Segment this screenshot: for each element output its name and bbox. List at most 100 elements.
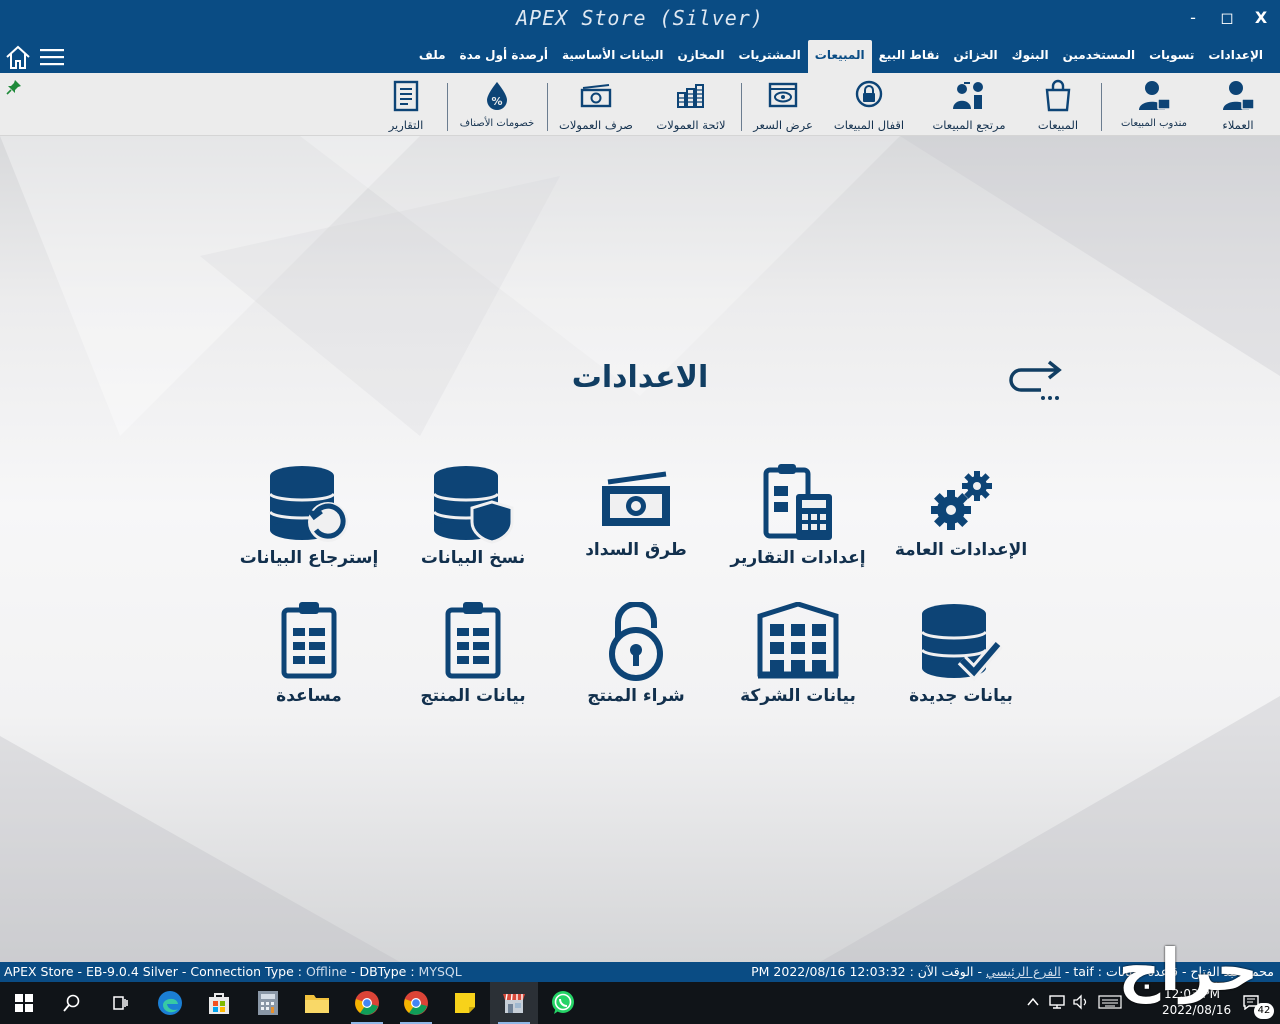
company-data-tile[interactable]: بيانات الشركة bbox=[713, 602, 883, 722]
windows-logo-icon bbox=[15, 994, 33, 1012]
database-shield-icon bbox=[432, 466, 514, 544]
commission-payout-button[interactable]: صرف العمولات bbox=[555, 79, 637, 135]
item-discounts-label: خصومات الأصناف bbox=[459, 118, 535, 129]
task-view-button[interactable] bbox=[96, 982, 144, 1024]
coin-stacks-icon bbox=[677, 84, 704, 108]
calculator-app[interactable] bbox=[244, 982, 292, 1024]
menu-item-5[interactable]: المبيعات bbox=[807, 40, 872, 73]
help-tile[interactable]: مساعدة bbox=[224, 602, 394, 722]
toolbar-separator bbox=[447, 83, 448, 131]
back-arrow-icon[interactable] bbox=[1005, 354, 1065, 402]
page-title: الاعدادات bbox=[571, 360, 709, 395]
folder-icon bbox=[305, 995, 329, 1013]
notification-count-badge: 42 bbox=[1254, 1003, 1274, 1019]
sales-button[interactable]: المبيعات bbox=[1030, 79, 1086, 135]
report-settings-tile[interactable]: إعدادات التقارير bbox=[713, 464, 883, 584]
menu-item-4[interactable]: المشتريات bbox=[731, 40, 807, 73]
backup-data-tile[interactable]: نسخ البيانات bbox=[388, 464, 558, 584]
menu-bar: ملف أرصدة أول مدة البيانات الأساسية المخازن… bbox=[0, 40, 1280, 73]
store-icon bbox=[209, 993, 229, 1014]
start-button[interactable] bbox=[0, 982, 48, 1024]
report-document-icon bbox=[393, 80, 419, 112]
chevron-up-icon[interactable] bbox=[1026, 996, 1040, 1008]
pin-icon[interactable] bbox=[6, 79, 22, 95]
chrome-icon bbox=[404, 991, 428, 1015]
app-version: APEX Store - EB-9.0.4 Silver bbox=[4, 964, 178, 979]
menu-item-1[interactable]: أرصدة أول مدة bbox=[453, 40, 555, 73]
minimize-button[interactable]: - bbox=[1178, 8, 1208, 27]
store-app[interactable] bbox=[195, 982, 243, 1024]
volume-icon[interactable] bbox=[1072, 994, 1090, 1010]
new-data-tile[interactable]: بيانات جديدة bbox=[876, 602, 1046, 722]
money-icon bbox=[580, 84, 612, 108]
sales-rep-button[interactable]: مندوب المبيعات bbox=[1114, 79, 1194, 135]
toolbar-separator bbox=[741, 83, 742, 131]
status-left: APEX Store - EB-9.0.4 Silver - Connectio… bbox=[4, 964, 462, 979]
sales-returns-button[interactable]: مرتجع المبيعات bbox=[926, 79, 1012, 135]
clock-date: 2022/08/16 bbox=[1162, 1003, 1232, 1017]
company-data-label: بيانات الشركة bbox=[740, 686, 856, 706]
menu-item-6[interactable]: نقاط البيع bbox=[872, 40, 947, 73]
whatsapp-icon bbox=[552, 991, 574, 1014]
close-button[interactable]: X bbox=[1246, 8, 1276, 27]
apex-store-app[interactable] bbox=[490, 982, 538, 1024]
menu-item-10[interactable]: تسويات bbox=[1142, 40, 1201, 73]
hamburger-menu-icon[interactable] bbox=[40, 45, 64, 69]
menu-item-8[interactable]: البنوك bbox=[1005, 40, 1056, 73]
menu-item-2[interactable]: البيانات الأساسية bbox=[555, 40, 671, 73]
svg-text:%: % bbox=[491, 95, 502, 108]
payment-methods-tile[interactable]: طرق السداد bbox=[551, 464, 721, 584]
database-restore-icon bbox=[268, 466, 348, 542]
search-button[interactable] bbox=[48, 982, 96, 1024]
general-settings-tile[interactable]: الإعدادات العامة bbox=[876, 464, 1046, 584]
task-view-icon bbox=[113, 996, 128, 1010]
chrome-app-1[interactable] bbox=[343, 982, 391, 1024]
lock-circle-icon bbox=[855, 80, 883, 108]
commission-list-button[interactable]: لائحة العمولات bbox=[650, 79, 732, 135]
item-discounts-button[interactable]: % خصومات الأصناف bbox=[454, 79, 540, 135]
chrome-app-2[interactable] bbox=[392, 982, 440, 1024]
edge-browser-icon bbox=[158, 991, 182, 1015]
reports-button[interactable]: التقارير bbox=[380, 79, 432, 135]
restore-data-tile[interactable]: إسترجاع البيانات bbox=[224, 464, 394, 584]
menu-item-11[interactable]: الإعدادات bbox=[1201, 40, 1270, 73]
user-badge-icon bbox=[1139, 81, 1171, 110]
sales-locks-label: اقفال المبيعات bbox=[833, 118, 905, 132]
sticky-notes-app[interactable] bbox=[441, 982, 489, 1024]
price-quote-button[interactable]: عرض السعر bbox=[750, 79, 816, 135]
menu-item-7[interactable]: الخزائن bbox=[946, 40, 1004, 73]
edge-app[interactable] bbox=[146, 982, 194, 1024]
title-bar: APEX Store (Silver) - ◻ X bbox=[0, 0, 1280, 40]
chrome-icon bbox=[355, 991, 379, 1015]
sales-locks-button[interactable]: اقفال المبيعات bbox=[828, 79, 910, 135]
shop-storefront-icon bbox=[503, 993, 525, 1013]
buy-product-tile[interactable]: شراء المنتج bbox=[551, 602, 721, 722]
toolbar-separator bbox=[547, 83, 548, 131]
product-data-tile[interactable]: بيانات المنتج bbox=[388, 602, 558, 722]
customers-label: العملاء bbox=[1222, 118, 1254, 132]
file-explorer-app[interactable] bbox=[293, 982, 341, 1024]
building-icon bbox=[757, 602, 839, 679]
branch-link[interactable]: الفرع الرئيسي bbox=[986, 964, 1061, 979]
maximize-button[interactable]: ◻ bbox=[1212, 8, 1242, 27]
connection-label: Connection Type : bbox=[190, 964, 302, 979]
menu-item-9[interactable]: المستخدمين bbox=[1056, 40, 1142, 73]
window-title: APEX Store (Silver) bbox=[516, 6, 764, 30]
home-icon[interactable] bbox=[4, 43, 32, 71]
user-icon bbox=[1223, 81, 1255, 110]
padlock-open-icon bbox=[609, 602, 663, 681]
calculator-icon bbox=[258, 991, 278, 1015]
menu-item-3[interactable]: المخازن bbox=[670, 40, 731, 73]
sales-label: المبيعات bbox=[1037, 118, 1079, 132]
customers-button[interactable]: العملاء bbox=[1212, 79, 1264, 135]
commission-payout-label: صرف العمولات bbox=[559, 118, 633, 132]
search-icon bbox=[63, 994, 80, 1012]
price-quote-label: عرض السعر bbox=[753, 118, 813, 132]
database-check-icon bbox=[920, 604, 1003, 681]
menu-item-0[interactable]: ملف bbox=[412, 40, 453, 73]
whatsapp-app[interactable] bbox=[539, 982, 587, 1024]
toolbar-separator bbox=[1101, 83, 1102, 131]
buy-product-label: شراء المنتج bbox=[587, 686, 685, 706]
network-icon[interactable] bbox=[1048, 994, 1066, 1010]
cash-icon bbox=[602, 471, 670, 526]
